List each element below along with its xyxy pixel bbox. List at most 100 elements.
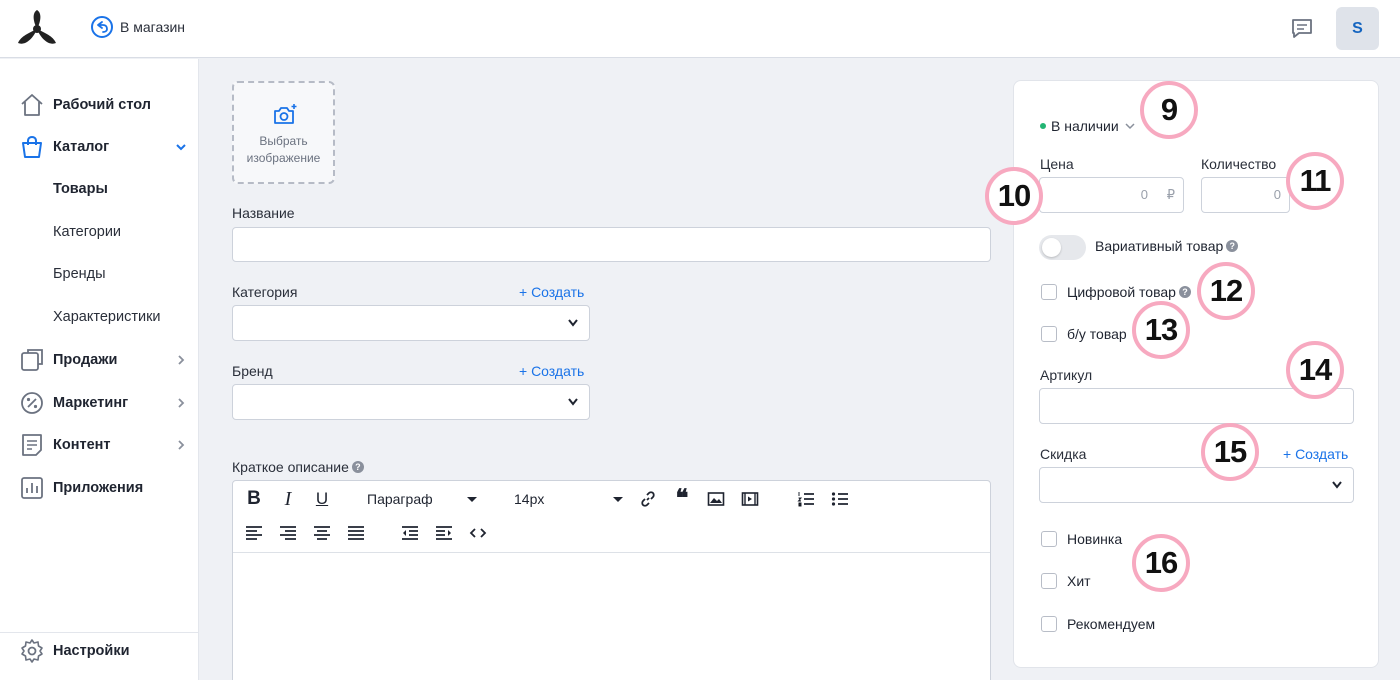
flag-hit-checkbox[interactable] bbox=[1041, 573, 1057, 589]
italic-icon[interactable]: I bbox=[277, 488, 299, 510]
sidebar-item-label: Рабочий стол bbox=[53, 97, 151, 113]
annotation-badge: 9 bbox=[1140, 81, 1198, 139]
help-icon[interactable]: ? bbox=[1178, 286, 1191, 298]
code-icon[interactable] bbox=[467, 522, 489, 544]
chevron-right-icon bbox=[178, 440, 185, 450]
price-input[interactable]: 0 ₽ bbox=[1039, 177, 1184, 213]
sku-label: Артикул bbox=[1040, 367, 1093, 383]
help-icon[interactable]: ? bbox=[1226, 240, 1239, 252]
price-label: Цена bbox=[1040, 156, 1074, 172]
back-arrow-icon bbox=[91, 16, 113, 38]
home-icon bbox=[21, 94, 43, 116]
sidebar-item-apps[interactable]: Приложения bbox=[0, 470, 199, 506]
sidebar-subitem-categories[interactable]: Категории bbox=[53, 224, 121, 240]
sidebar-item-marketing[interactable]: Маркетинг bbox=[0, 385, 199, 421]
flag-recommended-checkbox[interactable] bbox=[1041, 616, 1057, 632]
brand-label: Бренд bbox=[232, 363, 273, 379]
annotation-badge: 12 bbox=[1197, 262, 1255, 320]
variant-toggle[interactable] bbox=[1039, 235, 1086, 260]
sidebar-item-dashboard[interactable]: Рабочий стол bbox=[0, 87, 199, 123]
bold-icon[interactable]: B bbox=[243, 488, 265, 510]
flag-new-label: Новинка bbox=[1067, 531, 1123, 547]
annotation-badge: 11 bbox=[1286, 152, 1344, 210]
annotation-badge: 13 bbox=[1132, 301, 1190, 359]
quote-icon[interactable]: ❝ bbox=[671, 486, 693, 512]
flag-hit-row[interactable]: Хит bbox=[1041, 573, 1091, 589]
sidebar-item-label: Маркетинг bbox=[53, 395, 129, 411]
digital-product-label: Цифровой товар bbox=[1067, 284, 1176, 300]
brand-select[interactable] bbox=[232, 384, 590, 420]
sidebar-item-label: Настройки bbox=[53, 643, 130, 659]
help-icon[interactable]: ? bbox=[351, 461, 364, 473]
video-icon[interactable] bbox=[739, 488, 761, 510]
digital-product-checkbox[interactable] bbox=[1041, 284, 1057, 300]
sidebar-item-sales[interactable]: Продажи bbox=[0, 342, 199, 378]
sidebar-item-catalog[interactable]: Каталог bbox=[0, 129, 199, 165]
align-center-icon[interactable] bbox=[311, 522, 333, 544]
chevron-down-icon bbox=[568, 398, 578, 406]
price-value: 0 bbox=[1140, 187, 1148, 202]
create-discount-link[interactable]: + Создать bbox=[1283, 446, 1348, 462]
chevron-right-icon bbox=[178, 398, 185, 408]
chevron-right-icon bbox=[178, 355, 185, 365]
digital-product-row[interactable]: Цифровой товар? bbox=[1041, 284, 1191, 300]
annotation-badge: 16 bbox=[1132, 534, 1190, 592]
logo-icon[interactable] bbox=[16, 9, 58, 47]
annotation-badge: 10 bbox=[985, 167, 1043, 225]
annotation-badge: 14 bbox=[1286, 341, 1344, 399]
discount-select[interactable] bbox=[1039, 467, 1354, 503]
paragraph-select[interactable]: Параграф bbox=[367, 491, 433, 507]
outdent-icon[interactable] bbox=[399, 522, 421, 544]
toolbar-divider bbox=[233, 552, 990, 553]
underline-icon[interactable]: U bbox=[311, 488, 333, 510]
gear-icon bbox=[21, 639, 43, 663]
back-to-store-link[interactable]: В магазин bbox=[90, 15, 185, 39]
caret-down-icon bbox=[613, 497, 623, 502]
back-to-store-label: В магазин bbox=[120, 19, 186, 35]
create-brand-link[interactable]: + Создать bbox=[519, 363, 584, 379]
category-label: Категория bbox=[232, 284, 298, 300]
short-description-label: Краткое описание? bbox=[232, 459, 364, 475]
variant-text: Вариативный товар bbox=[1095, 238, 1224, 254]
sidebar-item-settings[interactable]: Настройки bbox=[0, 633, 199, 669]
annotation-badge: 15 bbox=[1201, 423, 1259, 481]
ordered-list-icon[interactable] bbox=[795, 488, 817, 510]
category-select[interactable] bbox=[232, 305, 590, 341]
align-right-icon[interactable] bbox=[277, 522, 299, 544]
flag-recommended-row[interactable]: Рекомендуем bbox=[1041, 616, 1155, 632]
toggle-knob bbox=[1042, 238, 1061, 257]
sidebar-item-label: Каталог bbox=[53, 139, 110, 155]
sales-icon bbox=[21, 349, 43, 371]
used-product-checkbox[interactable] bbox=[1041, 326, 1057, 342]
sidebar-subitem-products[interactable]: Товары bbox=[53, 181, 108, 197]
top-header: В магазин S bbox=[0, 0, 1400, 58]
flag-new-checkbox[interactable] bbox=[1041, 531, 1057, 547]
sidebar-subitem-features[interactable]: Характеристики bbox=[53, 309, 161, 325]
sidebar-subitem-brands[interactable]: Бренды bbox=[53, 266, 106, 282]
chevron-down-icon bbox=[176, 144, 186, 151]
create-category-link[interactable]: + Создать bbox=[519, 284, 584, 300]
quantity-input[interactable]: 0 bbox=[1201, 177, 1290, 213]
used-product-row[interactable]: б/у товар bbox=[1041, 326, 1127, 342]
image-icon[interactable] bbox=[705, 488, 727, 510]
indent-icon[interactable] bbox=[433, 522, 455, 544]
flag-new-row[interactable]: Новинка bbox=[1041, 531, 1122, 547]
link-icon[interactable] bbox=[637, 488, 659, 510]
align-justify-icon[interactable] bbox=[345, 522, 367, 544]
stock-status-select[interactable]: В наличии bbox=[1040, 118, 1135, 134]
short-description-text: Краткое описание bbox=[232, 459, 349, 475]
image-picker[interactable]: Выбрать изображение bbox=[232, 81, 335, 184]
name-input[interactable] bbox=[232, 227, 991, 262]
chat-icon[interactable] bbox=[1289, 15, 1315, 41]
align-left-icon[interactable] bbox=[243, 522, 265, 544]
chevron-down-icon bbox=[1332, 481, 1342, 489]
rich-text-editor: B I U Параграф 14px ❝ bbox=[232, 480, 991, 680]
currency-suffix: ₽ bbox=[1166, 187, 1175, 202]
variant-label: Вариативный товар? bbox=[1095, 238, 1239, 254]
font-size-select[interactable]: 14px bbox=[514, 491, 544, 507]
user-avatar[interactable]: S bbox=[1336, 7, 1379, 50]
image-picker-label: Выбрать изображение bbox=[246, 134, 321, 165]
bullet-list-icon[interactable] bbox=[829, 488, 851, 510]
sidebar-item-content[interactable]: Контент bbox=[0, 427, 199, 463]
camera-plus-icon bbox=[274, 104, 297, 124]
